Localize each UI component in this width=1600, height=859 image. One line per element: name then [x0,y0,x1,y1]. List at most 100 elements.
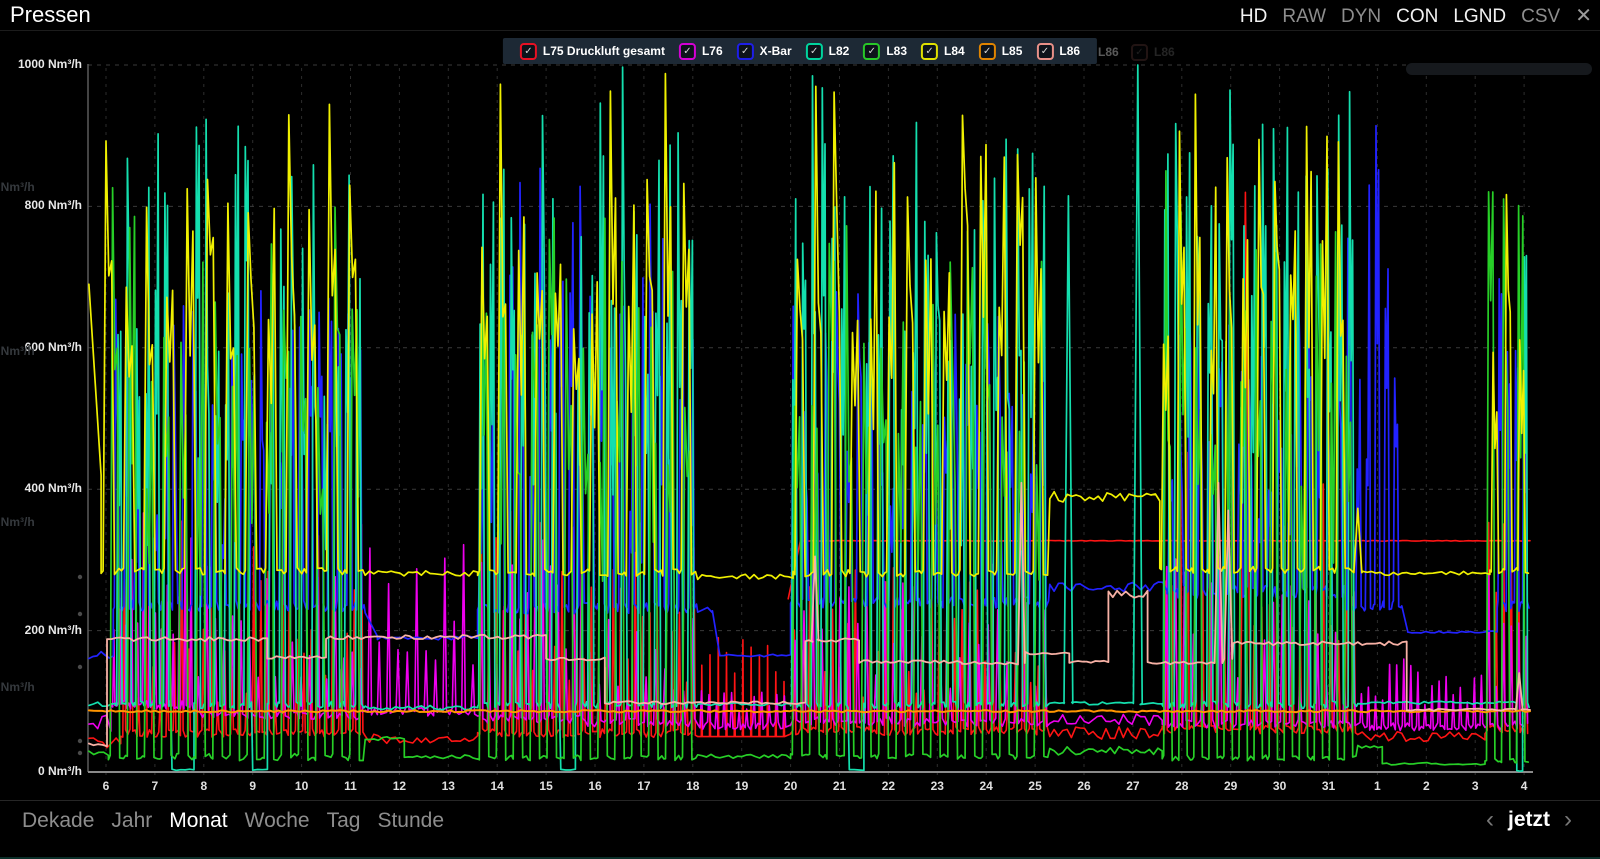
now-button[interactable]: jetzt [1508,808,1550,832]
close-icon[interactable]: ✕ [1575,5,1592,27]
legend-checkbox-icon[interactable]: ✓ [737,43,754,60]
x-tick-label: 24 [966,779,1006,793]
y-tick-label: 0 Nm³/h [2,764,82,778]
x-tick-label: 26 [1064,779,1104,793]
top-bar: Pressen HD RAW DYN CON LGND CSV ✕ [0,0,1600,31]
legend-label: L82 [829,44,850,58]
legend-label: X-Bar [760,44,792,58]
menu-item-csv[interactable]: CSV [1521,6,1560,27]
range-tab-tag[interactable]: Tag [327,809,361,832]
range-tab-monat[interactable]: Monat [169,809,227,832]
x-tick-label: 28 [1162,779,1202,793]
legend-checkbox-icon[interactable]: ✓ [979,43,996,60]
y-tick-label: 800 Nm³/h [2,198,82,212]
legend-item-l85[interactable]: ✓ L85 [979,43,1023,60]
legend-checkbox-icon[interactable]: ✓ [863,43,880,60]
y-tick-label-ghost: 00 Nm³/h [0,680,54,694]
x-tick-label: 13 [428,779,468,793]
legend-checkbox-icon[interactable]: ✓ [921,43,938,60]
bottom-bar: Dekade Jahr Monat Woche Tag Stunde ‹ jetzt › [0,800,1600,859]
x-tick-label: 31 [1309,779,1349,793]
legend-item-l86: ✓ L86 [1131,44,1175,61]
x-tick-label: 2 [1406,779,1446,793]
axis-marker-dot [78,665,82,669]
legend-label: L75 Druckluft gesamt [543,44,665,58]
range-tab-woche[interactable]: Woche [245,809,310,832]
page-title: Pressen [10,2,91,28]
x-tick-label: 17 [624,779,664,793]
legend-item-l75[interactable]: ✓ L75 Druckluft gesamt [520,43,665,60]
next-button[interactable]: › [1564,808,1572,832]
series-line [89,74,1529,580]
chart-legend: ✓L75 Druckluft gesamt✓L76✓X-Bar✓L82✓L83✓… [503,38,1097,64]
app-window: { "window": { "title": "Pressen", "menu"… [0,0,1600,858]
x-tick-label: 27 [1113,779,1153,793]
x-tick-label: 29 [1211,779,1251,793]
prev-button[interactable]: ‹ [1486,808,1494,832]
legend-label: L85 [1002,44,1023,58]
y-tick-label: 1000 Nm³/h [2,57,82,71]
x-tick-label: 1 [1357,779,1397,793]
menu-item-dyn[interactable]: DYN [1341,6,1381,27]
legend-checkbox-icon: ✓ [1131,44,1148,61]
x-tick-label: 21 [820,779,860,793]
axis-marker-dot [78,612,82,616]
x-tick-label: 25 [1015,779,1055,793]
legend-item-l83[interactable]: ✓ L83 [863,43,907,60]
menu-item-hd[interactable]: HD [1240,6,1267,27]
x-tick-label: 10 [282,779,322,793]
legend-checkbox-icon[interactable]: ✓ [520,43,537,60]
menu-item-raw[interactable]: RAW [1282,6,1326,27]
x-tick-label: 16 [575,779,615,793]
series-l84 [89,74,1529,580]
menu-item-lgnd[interactable]: LGND [1453,6,1506,27]
x-tick-label: 14 [477,779,517,793]
x-tick-label: 4 [1504,779,1544,793]
x-tick-label: 11 [331,779,371,793]
x-tick-label: 23 [917,779,957,793]
axis-marker-dot [78,751,82,755]
x-tick-label: 8 [184,779,224,793]
legend-label: L86 [1059,44,1080,58]
y-tick-label-ghost: 00 Nm³/h [0,344,54,358]
axis-marker-dot [78,575,82,579]
y-tick-label-ghost: 00 Nm³/h [0,515,54,529]
legend-label: L83 [886,44,907,58]
legend-checkbox-icon[interactable]: ✓ [1036,43,1053,60]
time-range-tabs: Dekade Jahr Monat Woche Tag Stunde [22,809,461,833]
y-tick-label-ghost: 00 Nm³/h [0,180,54,194]
x-tick-label: 12 [379,779,419,793]
legend-label: L84 [944,44,965,58]
legend-label: L76 [702,44,723,58]
x-tick-label: 15 [526,779,566,793]
legend-item-l82[interactable]: ✓ L82 [806,43,850,60]
x-tick-label: 30 [1260,779,1300,793]
legend-item-l86[interactable]: ✓ L86 [1036,43,1080,60]
x-tick-label: 19 [722,779,762,793]
legend-item-l84[interactable]: ✓ L84 [921,43,965,60]
x-tick-label: 22 [868,779,908,793]
x-tick-label: 6 [86,779,126,793]
x-tick-label: 3 [1455,779,1495,793]
x-tick-label: 9 [233,779,273,793]
legend-ghost-item: ✓ L86 [1124,40,1182,64]
time-nav: ‹ jetzt › [1472,808,1586,832]
axis-marker-dot [78,739,82,743]
menu-item-con[interactable]: CON [1396,6,1438,27]
x-tick-label: 18 [673,779,713,793]
x-tick-label: 20 [771,779,811,793]
legend-item-l76[interactable]: ✓ L76 [679,43,723,60]
chart-plot[interactable] [0,0,1600,800]
legend-checkbox-icon[interactable]: ✓ [679,43,696,60]
legend-checkbox-icon[interactable]: ✓ [806,43,823,60]
range-tab-dekade[interactable]: Dekade [22,809,94,832]
chart-area: 0 Nm³/h200 Nm³/h400 Nm³/h600 Nm³/h800 Nm… [0,30,1600,800]
legend-label: L86 [1098,45,1119,59]
legend-item-x-bar[interactable]: ✓ X-Bar [737,43,792,60]
range-tab-jahr[interactable]: Jahr [111,809,152,832]
legend-label: L86 [1154,45,1175,59]
range-tab-stunde[interactable]: Stunde [377,809,444,832]
scrollbar[interactable] [1406,63,1592,75]
top-menu: HD RAW DYN CON LGND CSV ✕ [1225,3,1592,28]
y-tick-label: 400 Nm³/h [2,481,82,495]
